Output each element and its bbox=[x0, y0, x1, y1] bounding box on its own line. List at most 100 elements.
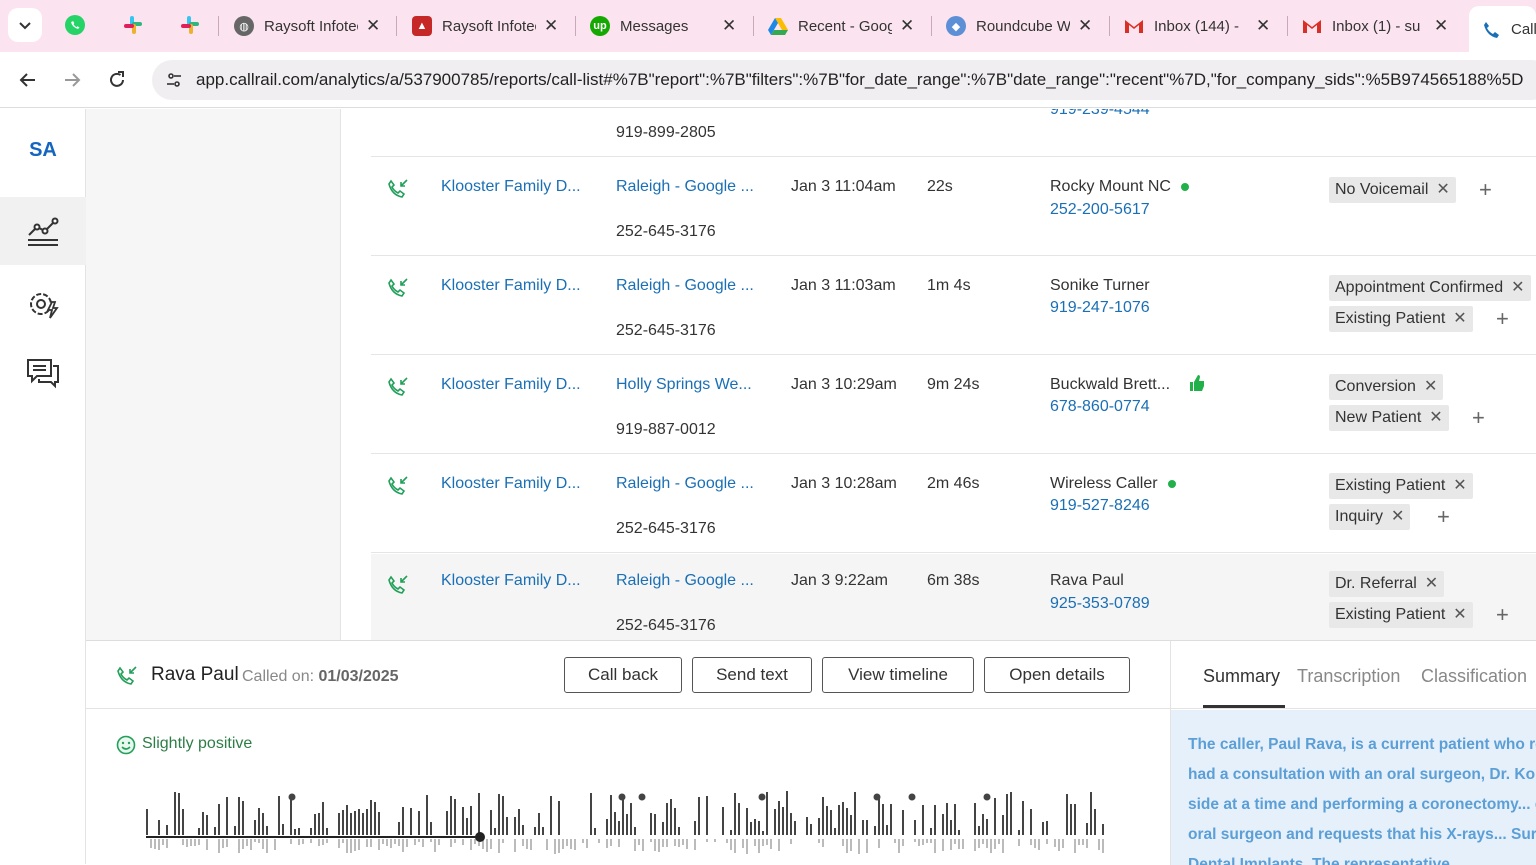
reload-icon bbox=[110, 71, 124, 87]
table-row[interactable]: Klooster Family D... Raleigh - Google ..… bbox=[371, 158, 1536, 256]
remove-tag-icon[interactable]: ✕ bbox=[1425, 575, 1438, 592]
pinned-tab-slack[interactable] bbox=[120, 12, 146, 38]
waveform-marker[interactable] bbox=[983, 793, 991, 801]
pinned-tab-slack-2[interactable] bbox=[177, 12, 203, 38]
waveform-bar-secondary bbox=[274, 839, 276, 850]
caller-name: Sonike Turner bbox=[1050, 277, 1150, 294]
table-row[interactable]: Klooster Family D... Holly Springs We...… bbox=[371, 356, 1536, 454]
google-drive-icon bbox=[768, 16, 788, 36]
waveform-bar bbox=[994, 798, 996, 835]
tab-google-drive[interactable]: Recent - Google Drive ✕ bbox=[756, 8, 928, 44]
company-name[interactable]: Klooster Family D... bbox=[441, 178, 581, 196]
caller-phone[interactable]: 919-527-8246 bbox=[1050, 497, 1150, 515]
remove-tag-icon[interactable]: ✕ bbox=[1391, 508, 1404, 525]
source-name[interactable]: Raleigh - Google ... bbox=[616, 572, 754, 590]
close-icon[interactable]: ✕ bbox=[1256, 16, 1270, 36]
source-name[interactable]: Raleigh - Google ... bbox=[616, 475, 754, 493]
close-icon[interactable]: ✕ bbox=[544, 16, 558, 36]
tab-raysoft-1[interactable]: ◍ Raysoft Infotech ✕ bbox=[222, 8, 394, 44]
waveform-bar bbox=[958, 830, 960, 835]
remove-tag-icon[interactable]: ✕ bbox=[1453, 310, 1466, 327]
tab-raysoft-2[interactable]: ▲ Raysoft Infotech ✕ bbox=[400, 8, 572, 44]
add-tag-button[interactable]: + bbox=[1472, 407, 1485, 429]
add-tag-button[interactable]: + bbox=[1479, 179, 1492, 201]
remove-tag-icon[interactable]: ✕ bbox=[1511, 279, 1524, 296]
waveform-marker[interactable] bbox=[873, 793, 881, 801]
table-row[interactable]: 919-899-2805 919-239-4544 bbox=[371, 109, 1536, 157]
waveform-marker[interactable] bbox=[288, 793, 296, 801]
tab-transcription[interactable]: Transcription bbox=[1297, 666, 1400, 687]
caller-phone[interactable]: 252-200-5617 bbox=[1050, 201, 1150, 219]
tab-classification[interactable]: Classification bbox=[1421, 666, 1527, 687]
caller-phone[interactable]: 919-247-1076 bbox=[1050, 299, 1150, 317]
open-details-button[interactable]: Open details bbox=[984, 657, 1130, 693]
site-info-icon[interactable] bbox=[162, 68, 186, 92]
tab-gmail-1[interactable]: Inbox (144) - ✕ bbox=[1112, 8, 1284, 44]
caller-phone[interactable]: 925-353-0789 bbox=[1050, 595, 1150, 613]
remove-tag-icon[interactable]: ✕ bbox=[1429, 409, 1442, 426]
tab-roundcube[interactable]: ◆ Roundcube Webmail ✕ bbox=[934, 8, 1106, 44]
back-button[interactable] bbox=[12, 64, 44, 96]
company-name[interactable]: Klooster Family D... bbox=[441, 572, 581, 590]
waveform-bar-secondary bbox=[150, 839, 152, 848]
tab-callrail-active[interactable]: Call bbox=[1469, 6, 1536, 52]
source-name[interactable]: Holly Springs We... bbox=[616, 376, 752, 394]
playhead-handle[interactable] bbox=[475, 832, 485, 842]
waveform-marker[interactable] bbox=[618, 793, 626, 801]
company-name[interactable]: Klooster Family D... bbox=[441, 277, 581, 295]
waveform-marker[interactable] bbox=[908, 793, 916, 801]
waveform-bar-secondary bbox=[450, 839, 452, 847]
remove-tag-icon[interactable]: ✕ bbox=[1453, 477, 1466, 494]
forward-button[interactable] bbox=[56, 64, 88, 96]
waveform-bar bbox=[518, 809, 520, 835]
tab-gmail-2[interactable]: Inbox (1) - su ✕ bbox=[1290, 8, 1462, 44]
add-tag-button[interactable]: + bbox=[1437, 506, 1450, 528]
reload-button[interactable] bbox=[101, 64, 133, 96]
nav-analytics[interactable] bbox=[0, 197, 86, 265]
waveform-bar bbox=[346, 805, 348, 835]
source-name[interactable]: Raleigh - Google ... bbox=[616, 277, 754, 295]
source-name[interactable]: Raleigh - Google ... bbox=[616, 178, 754, 196]
caller-phone[interactable]: 919-239-4544 bbox=[1050, 109, 1150, 119]
chat-icon bbox=[27, 359, 59, 389]
close-icon[interactable]: ✕ bbox=[900, 16, 914, 36]
close-icon[interactable]: ✕ bbox=[1078, 16, 1092, 36]
remove-tag-icon[interactable]: ✕ bbox=[1453, 606, 1466, 623]
close-icon[interactable]: ✕ bbox=[366, 16, 380, 36]
nav-settings[interactable] bbox=[0, 270, 86, 338]
close-icon[interactable]: ✕ bbox=[1434, 16, 1448, 36]
inbound-call-icon bbox=[388, 179, 408, 198]
view-timeline-button[interactable]: View timeline bbox=[822, 657, 974, 693]
waveform-marker[interactable] bbox=[638, 793, 646, 801]
account-logo[interactable]: SA bbox=[0, 139, 86, 162]
waveform-bar-secondary bbox=[438, 839, 440, 845]
add-tag-button[interactable]: + bbox=[1496, 604, 1509, 626]
table-row[interactable]: Klooster Family D... Raleigh - Google ..… bbox=[371, 455, 1536, 553]
tab-summary[interactable]: Summary bbox=[1203, 666, 1280, 687]
waveform-bar bbox=[354, 811, 356, 835]
waveform-bar-secondary bbox=[1082, 839, 1084, 845]
omnibox[interactable]: app.callrail.com/analytics/a/537900785/r… bbox=[152, 60, 1536, 100]
close-icon[interactable]: ✕ bbox=[722, 16, 736, 36]
url-text[interactable]: app.callrail.com/analytics/a/537900785/r… bbox=[196, 70, 1523, 90]
add-tag-button[interactable]: + bbox=[1496, 308, 1509, 330]
call-back-button[interactable]: Call back bbox=[564, 657, 682, 693]
remove-tag-icon[interactable]: ✕ bbox=[1436, 181, 1449, 198]
waveform-bar-secondary bbox=[714, 839, 716, 842]
callrail-app: SA 919-899-2805 919-239-4544 Klooster Fa… bbox=[0, 109, 1536, 865]
waveform-marker[interactable] bbox=[758, 793, 766, 801]
caller-name: Rava Paul bbox=[1050, 572, 1124, 589]
company-name[interactable]: Klooster Family D... bbox=[441, 475, 581, 493]
tab-search-button[interactable] bbox=[8, 8, 42, 42]
tab-messages[interactable]: up Messages ✕ bbox=[578, 8, 750, 44]
company-name[interactable]: Klooster Family D... bbox=[441, 376, 581, 394]
send-text-button[interactable]: Send text bbox=[692, 657, 812, 693]
nav-conversations[interactable] bbox=[0, 339, 86, 407]
audio-waveform[interactable] bbox=[142, 789, 1112, 865]
table-row[interactable]: Klooster Family D... Raleigh - Google ..… bbox=[371, 257, 1536, 355]
caller-phone[interactable]: 678-860-0774 bbox=[1050, 398, 1150, 416]
waveform-bar bbox=[594, 828, 596, 835]
pinned-tab-whatsapp[interactable] bbox=[62, 12, 88, 38]
table-row-selected[interactable]: Klooster Family D... Raleigh - Google ..… bbox=[371, 554, 1536, 640]
remove-tag-icon[interactable]: ✕ bbox=[1424, 378, 1437, 395]
